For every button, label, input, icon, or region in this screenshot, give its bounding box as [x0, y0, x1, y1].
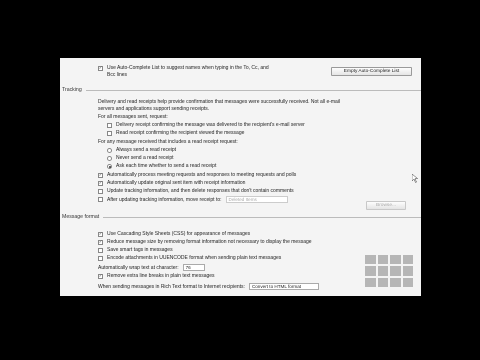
ask-each-time-row[interactable]: Ask each time whether to send a read rec… — [107, 163, 421, 169]
remove-line-breaks-checkbox[interactable] — [98, 273, 103, 279]
auto-process-checkbox[interactable] — [98, 172, 103, 178]
save-smart-tags-checkbox[interactable] — [98, 247, 103, 253]
use-css-row[interactable]: Use Cascading Style Sheets (CSS) for app… — [98, 231, 421, 237]
delivery-receipt-row[interactable]: Delivery receipt confirming the message … — [107, 122, 421, 128]
never-send-radio[interactable] — [107, 155, 112, 161]
rich-text-format-select[interactable]: Convert to HTML format — [248, 283, 319, 290]
auto-process-row[interactable]: Automatically process meeting requests a… — [98, 172, 421, 178]
section-divider — [85, 89, 421, 91]
update-tracking-checkbox[interactable] — [98, 188, 103, 194]
message-format-section-header: Message format — [60, 213, 421, 221]
always-send-radio[interactable] — [107, 147, 112, 153]
encode-attachments-checkbox[interactable] — [98, 255, 103, 261]
save-smart-tags-label: Save smart tags in messages — [107, 247, 173, 253]
for-any-label: For any message received that includes a… — [98, 139, 238, 145]
tracking-description-line2: servers and applications support sending… — [98, 106, 210, 112]
wrap-text-label: Automatically wrap text at character: — [98, 264, 179, 271]
mouse-cursor-icon — [412, 174, 419, 183]
use-css-checkbox[interactable] — [98, 231, 103, 237]
read-receipt-checkbox[interactable] — [107, 130, 112, 136]
receipt-folder-field[interactable]: Deleted Items — [225, 196, 288, 203]
tracking-section-header: Tracking — [60, 86, 421, 94]
delivery-receipt-label: Delivery receipt confirming the message … — [116, 122, 305, 128]
auto-update-row[interactable]: Automatically update original sent item … — [98, 180, 421, 186]
ask-each-time-radio[interactable] — [107, 163, 112, 169]
after-updating-label: After updating tracking information, mov… — [107, 196, 222, 203]
for-all-label-row: For all messages sent, request: — [98, 114, 421, 120]
tracking-description-line1: Delivery and read receipts help provide … — [98, 99, 341, 105]
never-send-row[interactable]: Never send a read receipt — [107, 155, 421, 161]
section-divider — [103, 216, 421, 218]
empty-autocomplete-button[interactable]: Empty Auto-Complete List — [331, 67, 412, 76]
autocomplete-label-cont: Bcc lines — [107, 72, 128, 78]
auto-update-label: Automatically update original sent item … — [107, 180, 246, 186]
app-grid-icon — [365, 255, 413, 287]
browse-button[interactable]: Browse... — [366, 201, 406, 210]
for-any-label-row: For any message received that includes a… — [98, 139, 421, 145]
auto-process-label: Automatically process meeting requests a… — [107, 172, 297, 178]
reduce-size-row[interactable]: Reduce message size by removing format i… — [98, 239, 421, 245]
rich-text-label: When sending messages in Rich Text forma… — [98, 283, 245, 290]
tracking-description: Delivery and read receipts help provide … — [98, 99, 421, 105]
remove-line-breaks-label: Remove extra line breaks in plain text m… — [107, 273, 215, 279]
for-all-label: For all messages sent, request: — [98, 114, 168, 120]
use-css-label: Use Cascading Style Sheets (CSS) for app… — [107, 231, 251, 237]
reduce-size-checkbox[interactable] — [98, 239, 103, 245]
reduce-size-label: Reduce message size by removing format i… — [107, 239, 312, 245]
wrap-character-field[interactable]: 76 — [182, 264, 205, 271]
ask-each-time-label: Ask each time whether to send a read rec… — [116, 163, 217, 169]
always-send-row[interactable]: Always send a read receipt — [107, 147, 421, 153]
tracking-description-2: servers and applications support sending… — [98, 106, 421, 112]
read-receipt-label: Read receipt confirming the recipient vi… — [116, 130, 245, 136]
never-send-label: Never send a read receipt — [116, 155, 174, 161]
after-updating-checkbox[interactable] — [98, 197, 103, 202]
encode-attachments-label: Encode attachments in UUENCODE format wh… — [107, 255, 282, 261]
delivery-receipt-checkbox[interactable] — [107, 122, 112, 128]
autocomplete-label: Use Auto-Complete List to suggest names … — [107, 65, 269, 71]
always-send-label: Always send a read receipt — [116, 147, 177, 153]
tracking-heading: Tracking — [62, 87, 82, 93]
autocomplete-checkbox[interactable] — [98, 65, 103, 71]
update-tracking-label: Update tracking information, and then de… — [107, 188, 294, 194]
save-smart-tags-row[interactable]: Save smart tags in messages — [98, 247, 421, 253]
message-format-heading: Message format — [62, 214, 100, 220]
auto-update-checkbox[interactable] — [98, 180, 103, 186]
read-receipt-row[interactable]: Read receipt confirming the recipient vi… — [107, 130, 421, 136]
update-tracking-row[interactable]: Update tracking information, and then de… — [98, 188, 421, 194]
